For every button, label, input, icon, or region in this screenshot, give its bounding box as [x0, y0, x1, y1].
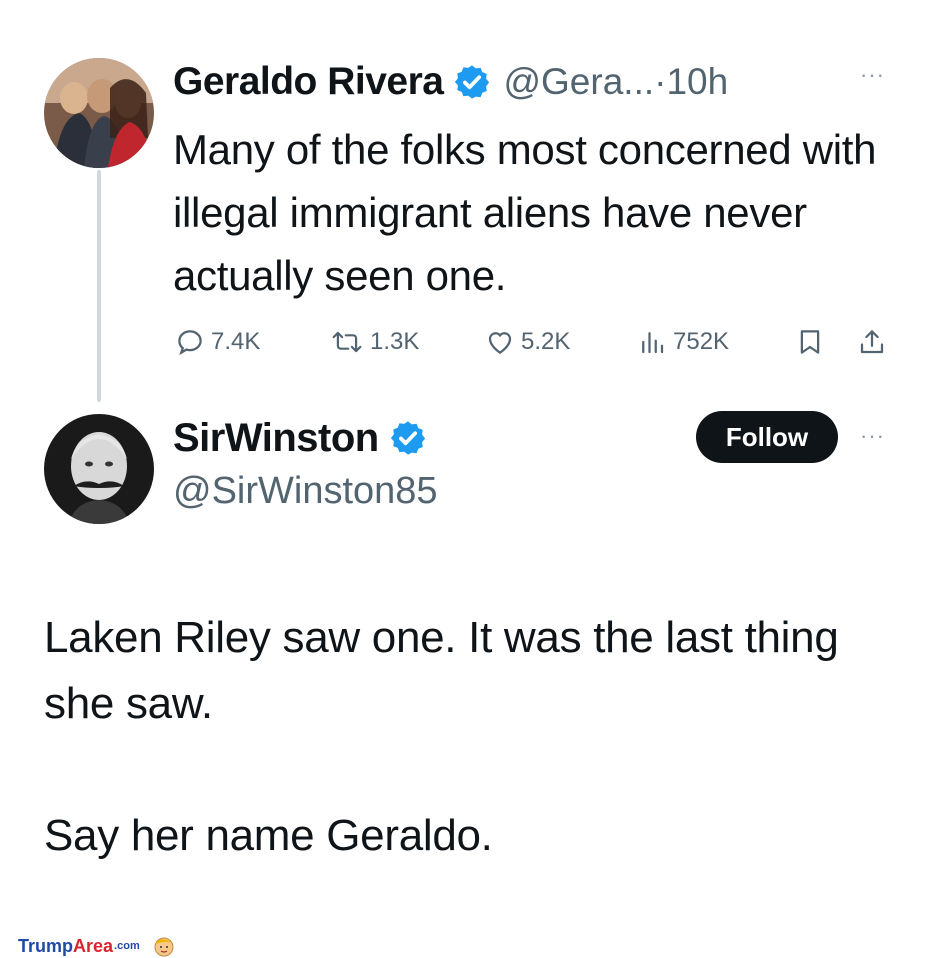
like-button[interactable]: 5.2K — [485, 327, 637, 357]
share-button[interactable] — [857, 327, 893, 357]
views-icon — [642, 332, 664, 354]
verified-badge-icon — [390, 421, 425, 455]
geraldo-display-name[interactable]: Geraldo Rivera — [173, 60, 444, 104]
reply-count: 7.4K — [211, 328, 261, 355]
sirwinston-handle[interactable]: @SirWinston85 — [173, 470, 438, 513]
watermark-face-icon — [154, 937, 174, 957]
trumparea-watermark: Trump Area .com — [18, 934, 176, 958]
tweet2-more-icon[interactable]: ··· — [860, 423, 885, 449]
repost-count: 1.3K — [370, 328, 420, 355]
sirwinston-avatar[interactable] — [44, 414, 154, 524]
watermark-dotcom: .com — [114, 940, 140, 952]
follow-button[interactable]: Follow — [696, 411, 838, 463]
reply-button[interactable]: 7.4K — [175, 327, 330, 357]
geraldo-handle-time[interactable]: @Gera...·10h — [503, 61, 728, 103]
watermark-area: Area — [73, 935, 114, 956]
heart-icon — [488, 332, 512, 354]
watermark-trump: Trump — [18, 935, 74, 956]
repost-button[interactable]: 1.3K — [330, 327, 485, 357]
verified-badge-icon — [455, 65, 490, 99]
sirwinston-display-name[interactable]: SirWinston — [173, 416, 379, 461]
tweet1-more-icon[interactable]: ··· — [860, 62, 885, 88]
like-count: 5.2K — [521, 328, 571, 355]
thread-connector-line — [97, 170, 101, 402]
tweet2-paragraph-2: Say her name Geraldo. — [44, 811, 493, 860]
sirwinston-avatar-photo — [44, 414, 154, 524]
tweet1-action-bar: 7.4K 1.3K 5.2K 752K — [175, 322, 893, 362]
tweet1-text: Many of the folks most concerned with il… — [173, 126, 877, 299]
repost-icon — [332, 331, 362, 353]
geraldo-avatar-photo — [44, 58, 154, 168]
bookmark-button[interactable] — [795, 327, 857, 357]
share-icon — [860, 330, 884, 354]
view-count: 752K — [673, 328, 730, 355]
views-button[interactable]: 752K — [637, 327, 795, 357]
reply-icon — [178, 330, 202, 356]
tweet2-paragraph-1: Laken Riley saw one. It was the last thi… — [44, 613, 839, 728]
tweet2-header: SirWinston — [173, 412, 427, 464]
geraldo-avatar[interactable] — [44, 58, 154, 168]
tweet1-header: Geraldo Rivera @Gera...·10h — [173, 54, 728, 110]
tweet2-text: Laken Riley saw one. It was the last thi… — [44, 605, 904, 935]
bookmark-icon — [800, 330, 820, 354]
